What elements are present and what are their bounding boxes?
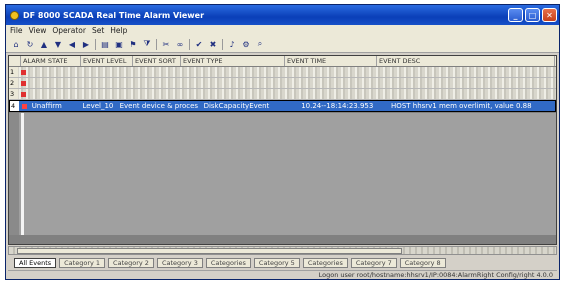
save-icon[interactable]: ▣ — [114, 39, 124, 49]
tab-category-5[interactable]: Category 5 — [253, 257, 300, 268]
table-row[interactable]: 1 — [9, 67, 556, 78]
grid-empty-area — [9, 113, 556, 235]
cell-alarm-state: Unaffirm — [31, 102, 62, 110]
header-alarm-state[interactable]: ALARM STATE — [21, 56, 81, 66]
grid-header: ALARM STATE EVENT LEVEL EVENT SORT EVENT… — [9, 56, 556, 67]
table-row[interactable]: 2 — [9, 78, 556, 89]
alarm-viewer-window: DF 8000 SCADA Real Time Alarm Viewer _ □… — [5, 4, 560, 280]
app-icon — [10, 10, 19, 20]
close-button[interactable]: ✕ — [542, 8, 557, 22]
tab-category-1[interactable]: Category 1 — [59, 257, 106, 268]
title-bar[interactable]: DF 8000 SCADA Real Time Alarm Viewer _ □… — [6, 5, 559, 25]
arrow-left-icon[interactable]: ◀ — [67, 39, 77, 49]
row-number: 4 — [10, 101, 19, 111]
home-icon[interactable]: ⌂ — [11, 39, 21, 49]
grid-divider — [21, 113, 24, 235]
menu-operator[interactable]: Operator — [52, 26, 86, 35]
alarm-dot-icon — [21, 91, 26, 97]
alarm-dot-icon — [21, 69, 26, 75]
cell-event-desc: HOST hhsrv1 mem overlimit, value 0.88 — [391, 102, 532, 110]
alarm-dot-icon — [21, 103, 27, 109]
alarm-grid[interactable]: ALARM STATE EVENT LEVEL EVENT SORT EVENT… — [8, 55, 557, 245]
table-row-selected[interactable]: 4 Unaffirm Level_10 Event device & proce… — [9, 100, 556, 112]
tab-category-4[interactable]: Categories — [205, 257, 251, 268]
flag-icon[interactable]: ⚑ — [128, 39, 138, 49]
scrollbar-thumb[interactable] — [17, 248, 402, 254]
row-number: 3 — [9, 89, 18, 99]
arrow-up-icon[interactable]: ▲ — [39, 39, 49, 49]
status-bar: Logon user root/hostname:hhsrv1/IP:0084:… — [8, 270, 557, 279]
cell-event-type: DiskCapacityEvent — [203, 102, 270, 110]
window-title: DF 8000 SCADA Real Time Alarm Viewer — [23, 10, 205, 20]
header-event-type[interactable]: EVENT TYPE — [181, 56, 285, 66]
menu-view[interactable]: View — [29, 26, 47, 35]
tab-category-3[interactable]: Category 3 — [156, 257, 203, 268]
arrow-down-icon[interactable]: ▼ — [53, 39, 63, 49]
alarm-dot-icon — [21, 80, 26, 86]
tab-category-8[interactable]: Category 8 — [399, 257, 446, 268]
grid-empty-inner — [19, 113, 556, 235]
print-icon[interactable]: ▤ — [100, 39, 110, 49]
cell-event-sort: Event device & proces — [119, 102, 199, 110]
row-number: 1 — [9, 67, 18, 77]
settings-icon[interactable]: ⚙ — [241, 39, 251, 49]
cut-icon[interactable]: ✂ — [161, 39, 171, 49]
toolbar-separator — [222, 38, 223, 50]
menu-bar: File View Operator Set Help — [6, 25, 559, 36]
clear-icon[interactable]: ✖ — [208, 39, 218, 49]
tab-all-events[interactable]: All Events — [14, 257, 57, 268]
menu-help[interactable]: Help — [110, 26, 127, 35]
table-row[interactable]: 3 — [9, 89, 556, 100]
toolbar-separator — [189, 38, 190, 50]
category-tabs: All Events Category 1 Category 2 Categor… — [8, 256, 557, 269]
link-icon[interactable]: ∞ — [175, 39, 185, 49]
toolbar: ⌂ ↻ ▲ ▼ ◀ ▶ ▤ ▣ ⚑ ⧩ ✂ ∞ ✔ ✖ ♪ ⚙ ⌕ — [6, 36, 559, 53]
refresh-icon[interactable]: ↻ — [25, 39, 35, 49]
row-number: 2 — [9, 78, 18, 88]
header-rownum — [9, 56, 21, 66]
header-event-time[interactable]: EVENT TIME — [285, 56, 377, 66]
maximize-button[interactable]: □ — [525, 8, 540, 22]
tab-category-7[interactable]: Category 7 — [350, 257, 397, 268]
cell-event-level: Level_10 — [82, 102, 114, 110]
header-event-desc[interactable]: EVENT DESC — [377, 56, 555, 66]
horizontal-scrollbar[interactable] — [8, 246, 557, 255]
tab-category-6[interactable]: Categories — [302, 257, 348, 268]
menu-set[interactable]: Set — [92, 26, 104, 35]
find-icon[interactable]: ⌕ — [255, 39, 265, 49]
toolbar-separator — [156, 38, 157, 50]
arrow-right-icon[interactable]: ▶ — [81, 39, 91, 49]
minimize-button[interactable]: _ — [508, 8, 523, 22]
toolbar-separator — [95, 38, 96, 50]
menu-file[interactable]: File — [10, 26, 23, 35]
bell-icon[interactable]: ♪ — [227, 39, 237, 49]
status-text: Logon user root/hostname:hhsrv1/IP:0084:… — [318, 271, 553, 279]
tab-category-2[interactable]: Category 2 — [108, 257, 154, 268]
cell-event-time: 10.24--18:14:23.953 — [301, 102, 374, 110]
filter-icon[interactable]: ⧩ — [142, 39, 152, 49]
ack-icon[interactable]: ✔ — [194, 39, 204, 49]
header-event-level[interactable]: EVENT LEVEL — [81, 56, 133, 66]
header-event-sort[interactable]: EVENT SORT — [133, 56, 181, 66]
